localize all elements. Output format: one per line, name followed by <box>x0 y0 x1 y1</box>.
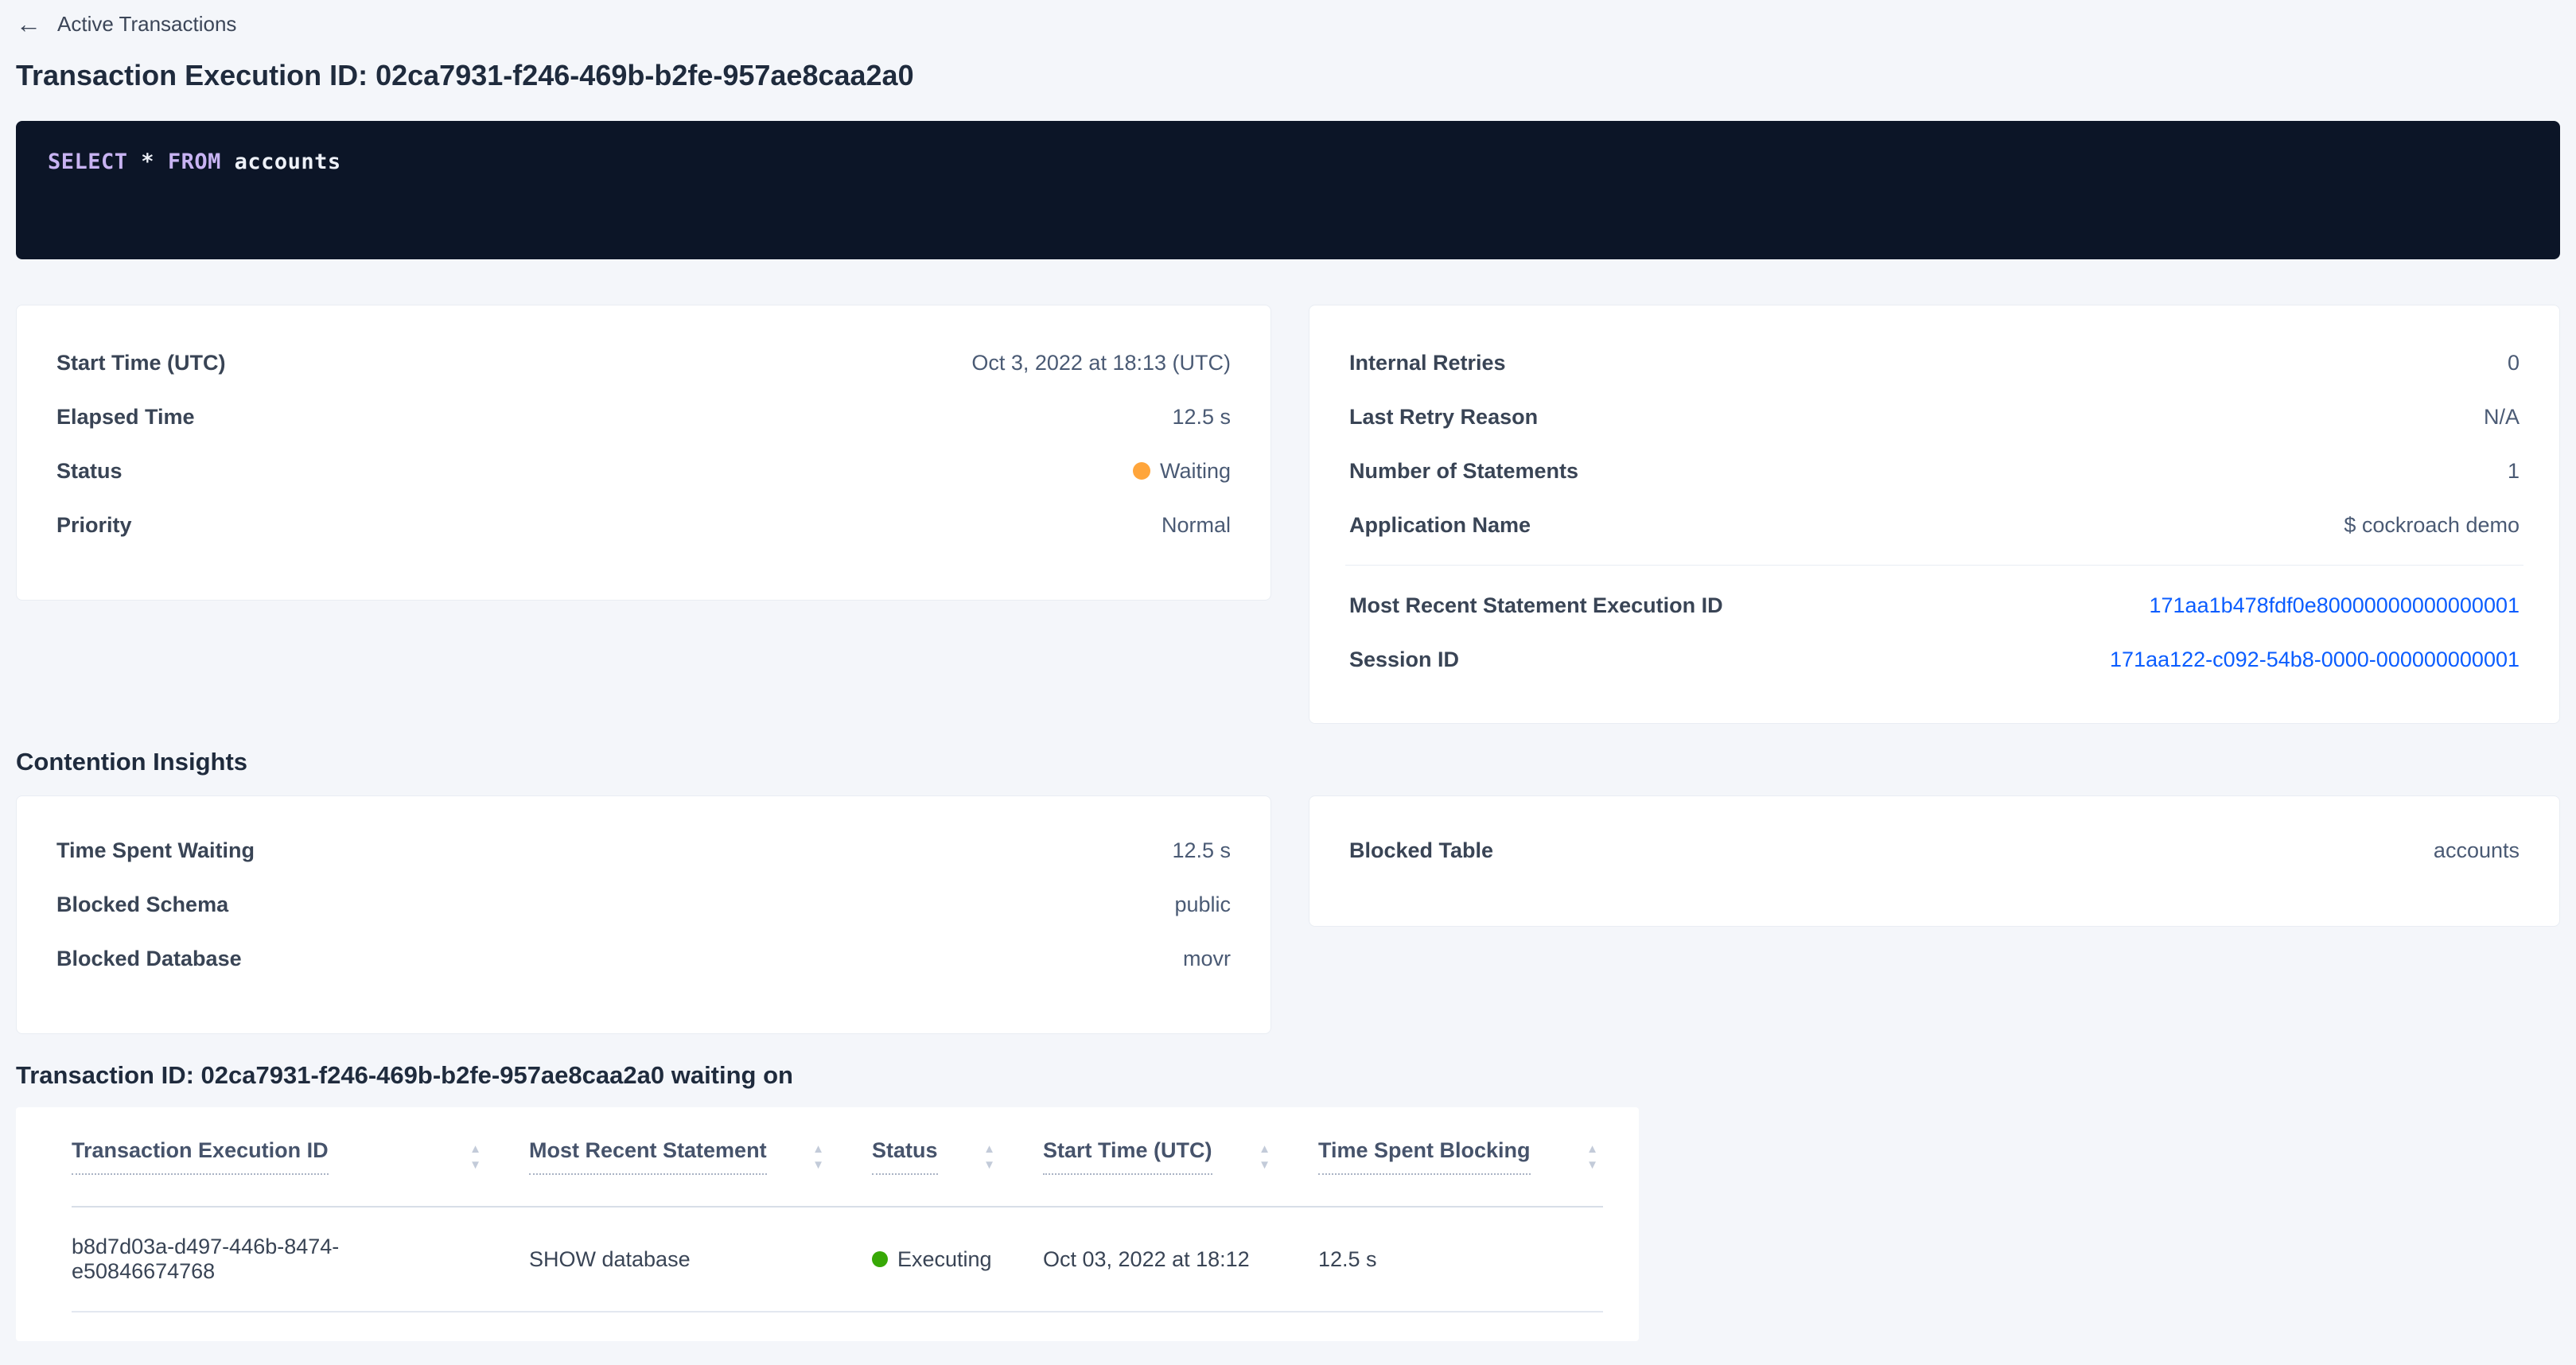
sort-desc-icon: ▼ <box>983 1159 995 1171</box>
column-header-start-time[interactable]: Start Time (UTC) ▲ ▼ <box>1043 1138 1318 1175</box>
statement-execution-id-link[interactable]: 171aa1b478fdf0e80000000000000001 <box>2150 593 2520 618</box>
row-label: Session ID <box>1349 648 1459 672</box>
row-value: $ cockroach demo <box>2344 513 2520 538</box>
summary-row-priority: Priority Normal <box>17 498 1270 552</box>
waiting-on-table: Transaction Execution ID ▲ ▼ Most Recent… <box>16 1107 1639 1341</box>
row-value: Oct 3, 2022 at 18:13 (UTC) <box>971 351 1231 375</box>
sql-statement: SELECT * FROM accounts <box>48 150 2528 174</box>
row-label: Blocked Database <box>56 947 242 971</box>
row-value: Normal <box>1162 513 1231 538</box>
sort-icon: ▲ ▼ <box>1259 1143 1270 1171</box>
details-row-session-id: Session ID 171aa122-c092-54b8-0000-00000… <box>1309 632 2559 686</box>
session-id-link[interactable]: 171aa122-c092-54b8-0000-000000000001 <box>2110 648 2520 672</box>
back-arrow-icon: ← <box>16 11 41 37</box>
details-row-last-retry-reason: Last Retry Reason N/A <box>1309 390 2559 444</box>
breadcrumb-back-link[interactable]: ← Active Transactions <box>16 0 236 37</box>
transaction-details-page: { "colors": { "page_background": "#f4f6f… <box>0 0 2576 1365</box>
table-header-row: Transaction Execution ID ▲ ▼ Most Recent… <box>72 1107 1603 1208</box>
column-header-most-recent-statement[interactable]: Most Recent Statement ▲ ▼ <box>529 1138 872 1175</box>
sql-statement-box: SELECT * FROM accounts <box>16 121 2560 259</box>
status-waiting-dot-icon <box>1133 462 1150 480</box>
summary-row-status: Status Waiting <box>17 444 1270 498</box>
row-label: Internal Retries <box>1349 351 1506 375</box>
column-header-time-spent-blocking[interactable]: Time Spent Blocking ▲ ▼ <box>1318 1138 1603 1175</box>
sort-asc-icon: ▲ <box>812 1143 824 1155</box>
sort-icon: ▲ ▼ <box>812 1143 824 1171</box>
details-row-application-name: Application Name $ cockroach demo <box>1309 498 2559 552</box>
row-label: Most Recent Statement Execution ID <box>1349 593 1723 618</box>
row-label: Time Spent Waiting <box>56 838 255 863</box>
contention-row-blocked-database: Blocked Database movr <box>17 931 1270 986</box>
column-header-status[interactable]: Status ▲ ▼ <box>872 1138 1043 1175</box>
cell-status: Executing <box>872 1247 1043 1272</box>
row-label: Priority <box>56 513 132 538</box>
row-value: movr <box>1183 947 1231 971</box>
row-value: public <box>1174 892 1231 917</box>
column-label: Start Time (UTC) <box>1043 1138 1212 1175</box>
summary-row-start-time: Start Time (UTC) Oct 3, 2022 at 18:13 (U… <box>17 336 1270 390</box>
sort-asc-icon: ▲ <box>983 1143 995 1155</box>
row-label: Elapsed Time <box>56 405 195 430</box>
cell-time-spent-blocking: 12.5 s <box>1318 1247 1603 1272</box>
sort-asc-icon: ▲ <box>1259 1143 1270 1155</box>
sort-desc-icon: ▼ <box>812 1159 824 1171</box>
contention-row-blocked-schema: Blocked Schema public <box>17 877 1270 931</box>
row-label: Start Time (UTC) <box>56 351 226 375</box>
status-text: Waiting <box>1160 459 1231 484</box>
contention-blocked-table-card: Blocked Table accounts <box>1309 795 2560 927</box>
sort-desc-icon: ▼ <box>1586 1159 1598 1171</box>
sql-keyword: SELECT <box>48 150 128 174</box>
sort-icon: ▲ ▼ <box>983 1143 995 1171</box>
status-text: Executing <box>897 1247 992 1272</box>
row-value: 12.5 s <box>1172 838 1231 863</box>
column-label: Transaction Execution ID <box>72 1138 329 1175</box>
sort-desc-icon: ▼ <box>1259 1159 1270 1171</box>
row-label: Blocked Table <box>1349 838 1493 863</box>
row-label: Application Name <box>1349 513 1531 538</box>
page-title: Transaction Execution ID: 02ca7931-f246-… <box>16 59 2560 92</box>
sort-asc-icon: ▲ <box>1586 1143 1598 1155</box>
contention-row-time-spent-waiting: Time Spent Waiting 12.5 s <box>17 823 1270 877</box>
column-label: Most Recent Statement <box>529 1138 767 1175</box>
column-label: Time Spent Blocking <box>1318 1138 1531 1175</box>
breadcrumb-label: Active Transactions <box>57 12 236 37</box>
cell-transaction-execution-id: b8d7d03a-d497-446b-8474-e50846674768 <box>72 1235 529 1284</box>
cell-most-recent-statement: SHOW database <box>529 1247 872 1272</box>
waiting-on-heading: Transaction ID: 02ca7931-f246-469b-b2fe-… <box>16 1061 2560 1090</box>
sql-text: * <box>128 150 168 174</box>
overview-cards-row: Start Time (UTC) Oct 3, 2022 at 18:13 (U… <box>16 305 2560 724</box>
contention-cards-row: Time Spent Waiting 12.5 s Blocked Schema… <box>16 795 2560 1034</box>
details-row-number-of-statements: Number of Statements 1 <box>1309 444 2559 498</box>
details-row-internal-retries: Internal Retries 0 <box>1309 336 2559 390</box>
sort-icon: ▲ ▼ <box>1586 1143 1598 1171</box>
column-label: Status <box>872 1138 938 1175</box>
transaction-summary-card: Start Time (UTC) Oct 3, 2022 at 18:13 (U… <box>16 305 1271 601</box>
sort-asc-icon: ▲ <box>469 1143 481 1155</box>
transaction-details-card: Internal Retries 0 Last Retry Reason N/A… <box>1309 305 2560 724</box>
details-row-statement-execution-id: Most Recent Statement Execution ID 171aa… <box>1309 578 2559 632</box>
sql-text: accounts <box>221 150 341 174</box>
status-badge: Waiting <box>1133 459 1231 484</box>
sql-keyword: FROM <box>168 150 221 174</box>
row-label: Status <box>56 459 123 484</box>
cell-start-time: Oct 03, 2022 at 18:12 <box>1043 1247 1318 1272</box>
card-divider <box>1345 565 2523 566</box>
row-label: Blocked Schema <box>56 892 228 917</box>
status-executing-dot-icon <box>872 1251 888 1267</box>
row-value: 1 <box>2508 459 2520 484</box>
table-row: b8d7d03a-d497-446b-8474-e50846674768 SHO… <box>72 1208 1603 1312</box>
contention-row-blocked-table: Blocked Table accounts <box>1309 823 2559 877</box>
column-header-transaction-execution-id[interactable]: Transaction Execution ID ▲ ▼ <box>72 1138 529 1175</box>
row-label: Number of Statements <box>1349 459 1578 484</box>
contention-insights-heading: Contention Insights <box>16 748 2560 776</box>
contention-waiting-card: Time Spent Waiting 12.5 s Blocked Schema… <box>16 795 1271 1034</box>
row-label: Last Retry Reason <box>1349 405 1538 430</box>
sort-icon: ▲ ▼ <box>469 1143 481 1171</box>
summary-row-elapsed-time: Elapsed Time 12.5 s <box>17 390 1270 444</box>
row-value: accounts <box>2434 838 2520 863</box>
sort-desc-icon: ▼ <box>469 1159 481 1171</box>
row-value: 12.5 s <box>1172 405 1231 430</box>
row-value: N/A <box>2484 405 2520 430</box>
row-value: 0 <box>2508 351 2520 375</box>
